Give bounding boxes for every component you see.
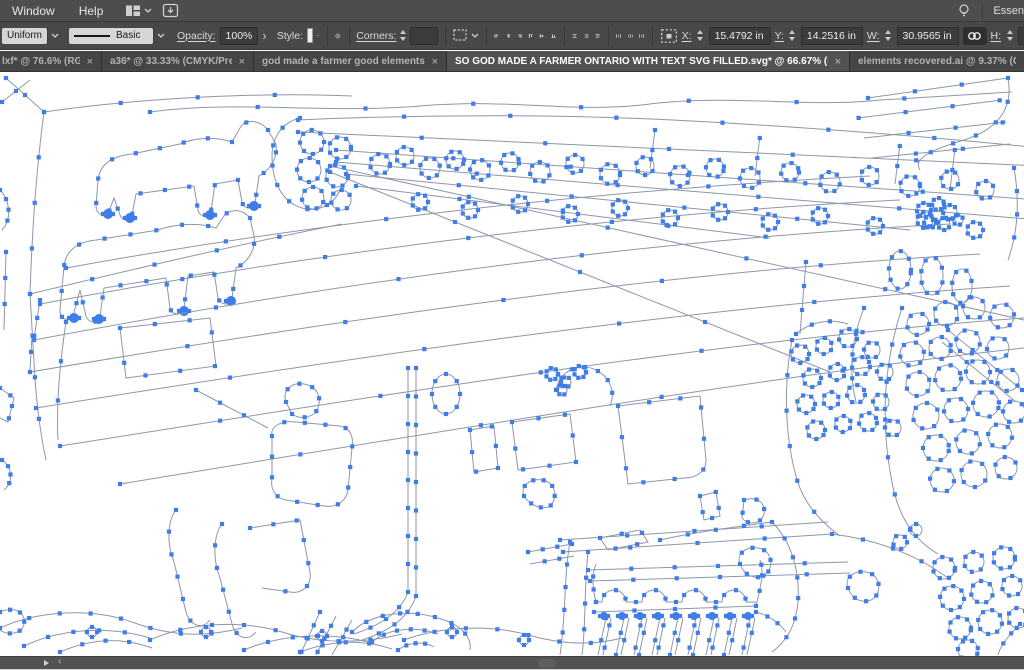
h-stepper[interactable] <box>1005 30 1014 41</box>
opacity-field[interactable]: 100% <box>220 27 259 45</box>
scrollbar-thumb[interactable] <box>538 659 556 668</box>
w-field[interactable]: 30.9565 in <box>897 27 959 45</box>
align-to-selection-icon <box>660 28 678 44</box>
tab-label: elements recovered.ai @ 9.37% (CMYK/ <box>858 56 1016 67</box>
chevron-down-icon <box>153 27 167 44</box>
chevron-down-icon <box>47 27 61 44</box>
play-triangle-icon[interactable] <box>44 660 49 666</box>
link-icon <box>967 31 982 41</box>
document-tab-5[interactable]: elements recovered.ai @ 9.37% (CMYK/ <box>850 51 1024 72</box>
tab-label: lxf* @ 76.6% (RGB/P... <box>2 56 80 67</box>
y-stepper[interactable] <box>788 30 797 41</box>
prev-arrow-icon[interactable]: ‹ <box>58 656 61 667</box>
menubar-separator <box>982 3 983 19</box>
tab-label: SO GOD MADE A FARMER ONTARIO WITH TEXT S… <box>455 56 828 67</box>
illustrator-window: Window Help Essen Uniform Basic Opacity: <box>0 0 1024 670</box>
document-tab-3[interactable]: god made a farmer good elements.ai @... … <box>254 51 447 72</box>
stepper-down-icon <box>1007 37 1013 41</box>
align-vertical-center-icon[interactable] <box>538 25 545 47</box>
style-label: Style: <box>277 30 303 42</box>
canvas-svg <box>0 72 1024 657</box>
w-label[interactable]: W: <box>867 30 880 42</box>
control-bar: Uniform Basic Opacity: 100% › Style: Cor… <box>0 22 1024 50</box>
stepper-down-icon <box>400 37 406 41</box>
artboard-canvas[interactable]: ‹ <box>0 72 1024 670</box>
h-field[interactable]: 2 <box>1018 27 1024 45</box>
select-similar-icon <box>452 28 469 43</box>
select-similar-button[interactable] <box>452 28 479 43</box>
brush-preview: Basic <box>69 28 153 44</box>
align-horizontal-center-icon[interactable] <box>505 25 512 47</box>
document-tab-bar: lxf* @ 76.6% (RGB/P... × a36* @ 33.33% (… <box>0 51 1024 72</box>
close-icon[interactable]: × <box>239 56 245 68</box>
variable-width-value: Uniform <box>2 28 47 44</box>
stepper-up-icon <box>1007 30 1013 34</box>
stepper-down-icon <box>697 37 703 41</box>
stepper-up-icon <box>697 30 703 34</box>
discover-lightbulb-icon[interactable] <box>956 3 972 19</box>
distribute-vertical-center-icon[interactable] <box>583 25 590 47</box>
stepper-up-icon <box>885 30 891 34</box>
share-document-button[interactable] <box>162 3 179 18</box>
x-stepper[interactable] <box>696 30 705 41</box>
workspace-layout-icon <box>125 4 141 18</box>
x-field[interactable]: 15.4792 in <box>709 27 771 45</box>
distribute-left-icon[interactable] <box>615 25 622 47</box>
workspace-switcher-button[interactable] <box>125 4 152 18</box>
stepper-up-icon <box>400 30 406 34</box>
align-top-icon[interactable] <box>527 25 534 47</box>
stepper-down-icon <box>789 37 795 41</box>
align-to-button[interactable] <box>660 28 678 44</box>
recolor-artwork-icon[interactable] <box>334 25 342 47</box>
corners-label[interactable]: Corners: <box>356 30 396 42</box>
stepper-down-icon <box>885 37 891 41</box>
menu-window[interactable]: Window <box>0 0 67 22</box>
align-right-icon[interactable] <box>516 25 523 47</box>
workspace-name-label[interactable]: Essen <box>993 5 1024 17</box>
corners-stepper[interactable] <box>400 30 406 41</box>
distribute-bottom-icon[interactable] <box>594 25 601 47</box>
distribute-top-icon[interactable] <box>571 25 578 47</box>
distribute-right-icon[interactable] <box>638 25 645 47</box>
stepper-up-icon <box>789 30 795 34</box>
y-field[interactable]: 14.2516 in <box>801 27 863 45</box>
document-tab-1[interactable]: lxf* @ 76.6% (RGB/P... × <box>0 51 102 72</box>
close-icon[interactable]: × <box>87 56 93 68</box>
stroke-preview-line <box>74 35 110 37</box>
distribute-horizontal-center-icon[interactable] <box>627 25 634 47</box>
y-label[interactable]: Y: <box>775 30 784 42</box>
x-label[interactable]: X: <box>682 30 692 42</box>
tab-label: god made a farmer good elements.ai @... <box>262 56 425 67</box>
opacity-label[interactable]: Opacity: <box>177 30 216 42</box>
share-arrow-icon <box>162 3 179 18</box>
menu-help[interactable]: Help <box>67 0 116 22</box>
constrain-proportions-button[interactable] <box>963 27 987 45</box>
transform-controls: X: 15.4792 in Y: 14.2516 in W: 30.9565 i… <box>682 27 1024 45</box>
corners-field[interactable] <box>410 27 437 45</box>
brush-name: Basic <box>116 30 140 41</box>
w-stepper[interactable] <box>884 30 893 41</box>
align-bottom-icon[interactable] <box>550 25 557 47</box>
chevron-down-icon[interactable] <box>317 33 320 38</box>
opacity-menu-arrow-icon[interactable]: › <box>262 28 266 43</box>
brush-definition-dropdown[interactable]: Basic <box>69 27 167 44</box>
chevron-down-icon <box>471 33 479 38</box>
close-icon[interactable]: × <box>432 56 438 68</box>
style-swatch[interactable] <box>307 28 313 43</box>
variable-width-dropdown[interactable]: Uniform <box>2 27 61 44</box>
close-icon[interactable]: × <box>835 56 841 68</box>
document-tab-4-active[interactable]: SO GOD MADE A FARMER ONTARIO WITH TEXT S… <box>447 51 850 72</box>
document-tab-2[interactable]: a36* @ 33.33% (CMYK/Previe... × <box>102 51 254 72</box>
chevron-down-icon <box>144 8 152 13</box>
menu-bar: Window Help Essen <box>0 0 1024 22</box>
tab-label: a36* @ 33.33% (CMYK/Previe... <box>110 56 232 67</box>
align-left-icon[interactable] <box>493 25 500 47</box>
horizontal-scrollbar[interactable]: ‹ <box>0 656 1024 669</box>
h-label[interactable]: H: <box>991 30 1002 42</box>
